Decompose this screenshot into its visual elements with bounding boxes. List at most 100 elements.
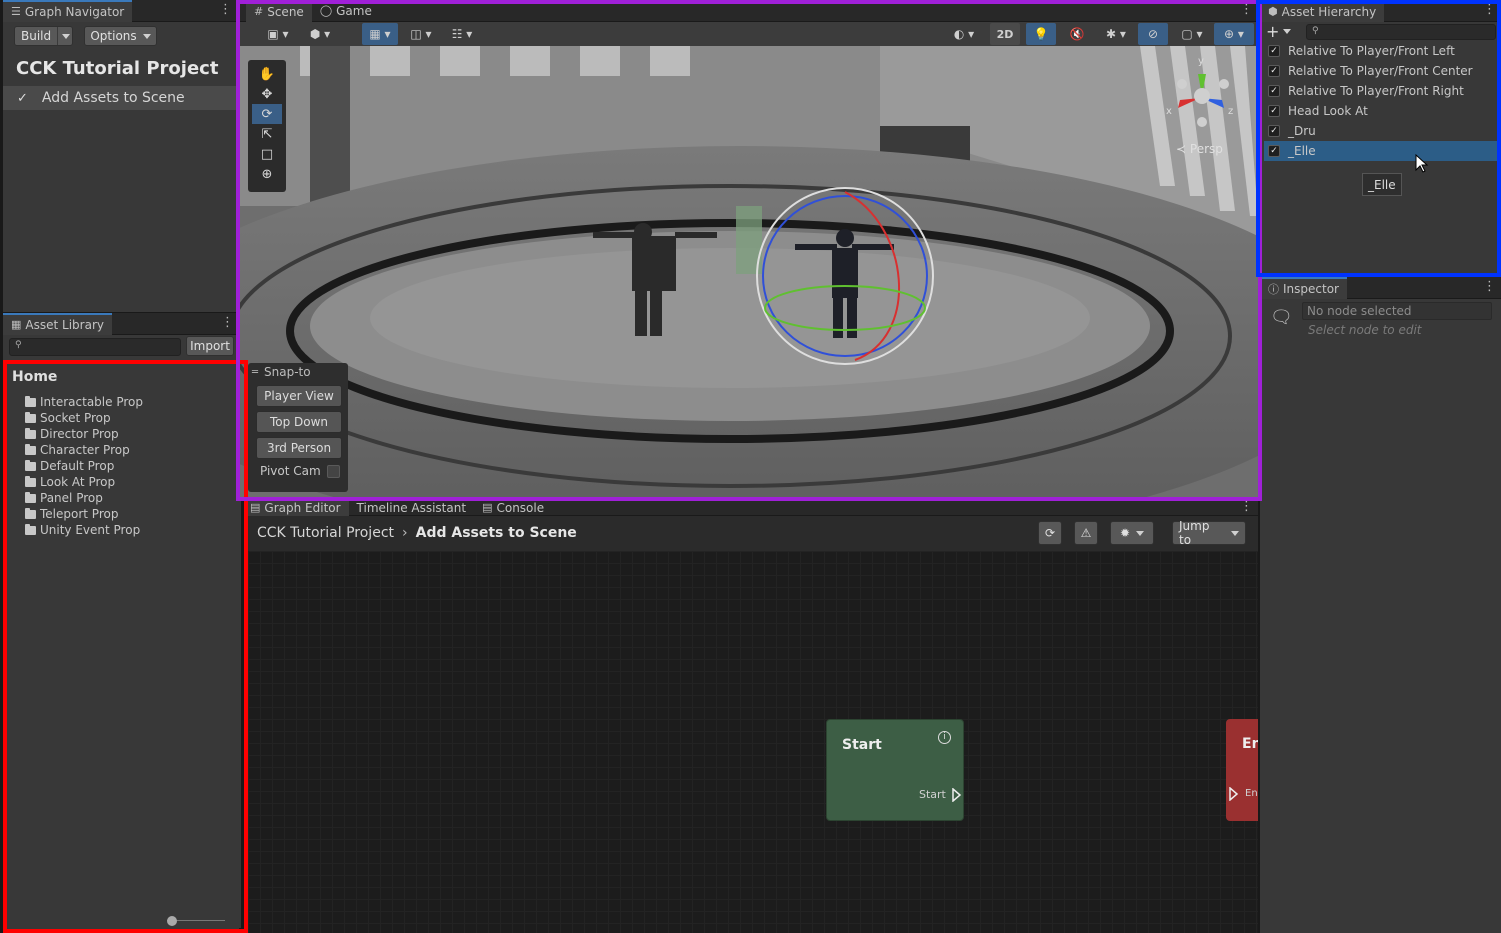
folder-item[interactable]: Interactable Prop [25, 394, 143, 410]
shading-icon[interactable]: ◐ ▾ [946, 23, 982, 45]
chevron-left-icon: ≺ [1176, 142, 1187, 156]
hierarchy-item-label: Relative To Player/Front Center [1288, 64, 1473, 78]
move-tool-icon[interactable]: ✥ [252, 84, 282, 104]
visibility-checkbox[interactable]: ✓ [1268, 45, 1280, 57]
folder-item[interactable]: Character Prop [25, 442, 143, 458]
rotate-tool-icon[interactable]: ⟳ [252, 104, 282, 124]
mode-2d-button[interactable]: 2D [990, 23, 1020, 45]
asset-hierarchy-menu-icon[interactable]: ⋮ [1483, 3, 1496, 17]
scene-menu-icon[interactable]: ⋮ [1240, 3, 1253, 17]
graph-navigator-toolbar: Build Options [14, 26, 157, 46]
refresh-icon: ⟳ [1044, 526, 1056, 540]
folder-item[interactable]: Teleport Prop [25, 506, 143, 522]
pivot-cam-checkbox[interactable] [326, 464, 340, 478]
orientation-gizmo[interactable]: y x z [1160, 56, 1240, 136]
graph-canvas[interactable]: Start i Start En En [248, 551, 1258, 933]
hierarchy-item[interactable]: ✓ Head Look At [1264, 101, 1497, 121]
hand-tool-icon[interactable]: ✋ [252, 64, 282, 84]
persp-label[interactable]: ≺ Persp [1176, 142, 1223, 156]
visibility-checkbox[interactable]: ✓ [1268, 105, 1280, 117]
rect-tool-icon[interactable]: □ [252, 144, 282, 164]
tab-asset-hierarchy[interactable]: ⬢ Asset Hierarchy [1260, 0, 1385, 22]
debug-dropdown[interactable]: ✹ [1110, 521, 1154, 545]
plus-icon: + [1266, 22, 1280, 41]
scale-tool-icon[interactable]: ⇱ [252, 124, 282, 144]
visibility-checkbox[interactable]: ✓ [1268, 85, 1280, 97]
tab-graph-navigator[interactable]: ☰ Graph Navigator [3, 0, 133, 22]
folder-icon [25, 491, 36, 503]
top-down-button[interactable]: Top Down [256, 411, 342, 433]
start-port-label: Start [919, 788, 946, 801]
increment-snap-icon[interactable]: ◫ ▾ [403, 23, 439, 45]
scene-list-item[interactable]: ✓ Add Assets to Scene [3, 86, 237, 110]
folder-label: Teleport Prop [40, 507, 119, 521]
jump-to-dropdown[interactable]: Jump to [1172, 519, 1246, 547]
breadcrumb-scene[interactable]: Add Assets to Scene [416, 525, 577, 541]
start-node[interactable]: Start i Start [826, 719, 964, 821]
transform-tool-icon[interactable]: ⊕ [252, 164, 282, 184]
grid-snap-icon[interactable]: ▦ ▾ [362, 23, 398, 45]
tab-asset-library[interactable]: ▦ Asset Library [3, 312, 112, 335]
lighting-icon[interactable]: 💡 [1026, 23, 1056, 45]
visibility-checkbox[interactable]: ✓ [1268, 65, 1280, 77]
hierarchy-item-label: Relative To Player/Front Right [1288, 84, 1464, 98]
graph-editor-menu-icon[interactable]: ⋮ [1240, 500, 1253, 514]
audio-icon[interactable]: 🔇 [1062, 23, 1092, 45]
gizmos-icon[interactable]: ⊕ ▾ [1214, 23, 1254, 45]
hierarchy-item[interactable]: ✓ _Dru [1264, 121, 1497, 141]
render-mode-icon[interactable]: ⬢ ▾ [302, 23, 338, 45]
add-dropdown[interactable]: + [1266, 22, 1292, 41]
tab-graph-editor[interactable]: ▤ Graph Editor [248, 499, 349, 516]
asset-library-search-input[interactable]: ⚲ [9, 338, 181, 356]
hierarchy-item[interactable]: ✓ Relative To Player/Front Left [1264, 41, 1497, 61]
build-button[interactable]: Build [14, 26, 73, 46]
input-port-icon[interactable] [1229, 787, 1239, 801]
folder-icon [25, 427, 36, 439]
visibility-checkbox[interactable]: ✓ [1268, 125, 1280, 137]
warning-button[interactable]: ⚠ [1074, 521, 1098, 545]
tab-inspector[interactable]: ⓘ Inspector [1260, 276, 1347, 299]
ruler-icon[interactable]: ☷ ▾ [444, 23, 480, 45]
third-person-button[interactable]: 3rd Person [256, 437, 342, 459]
zoom-slider[interactable] [167, 916, 225, 926]
folder-item[interactable]: Panel Prop [25, 490, 143, 506]
visibility-checkbox[interactable]: ✓ [1268, 145, 1280, 157]
visibility-icon[interactable]: ⊘ [1138, 23, 1168, 45]
effects-icon[interactable]: ✱ ▾ [1098, 23, 1134, 45]
asset-library-menu-icon[interactable]: ⋮ [221, 316, 234, 330]
inspector-menu-icon[interactable]: ⋮ [1483, 280, 1496, 294]
scene-viewport[interactable]: ✋ ✥ ⟳ ⇱ □ ⊕ y x z ≺ Persp ═ Snap-to Play… [240, 46, 1258, 497]
folder-item[interactable]: Default Prop [25, 458, 143, 474]
asset-hierarchy-panel: ⬢ Asset Hierarchy ⋮ + ⚲ ✓ Relative To Pla… [1260, 0, 1501, 274]
output-port-icon[interactable] [952, 788, 962, 802]
folder-item[interactable]: Unity Event Prop [25, 522, 143, 538]
camera-icon[interactable]: ▢ ▾ [1174, 23, 1210, 45]
graph-navigator-menu-icon[interactable]: ⋮ [219, 3, 232, 17]
info-icon[interactable]: i [938, 731, 951, 744]
tab-game[interactable]: ◯ Game [312, 0, 380, 22]
tab-scene[interactable]: # Scene [246, 0, 312, 22]
drag-handle-icon[interactable]: ═ [252, 367, 258, 378]
folder-item[interactable]: Look At Prop [25, 474, 143, 490]
tab-console[interactable]: ▤ Console [474, 500, 552, 516]
breadcrumb-project[interactable]: CCK Tutorial Project [257, 525, 394, 541]
refresh-button[interactable]: ⟳ [1038, 521, 1062, 545]
comment-icon: 🗨 [1270, 307, 1293, 328]
options-dropdown[interactable]: Options [84, 26, 157, 46]
player-view-button[interactable]: Player View [256, 385, 342, 407]
slider-thumb[interactable] [167, 916, 177, 926]
draw-mode-icon[interactable]: ▣ ▾ [260, 23, 296, 45]
hierarchy-item[interactable]: ✓ Relative To Player/Front Center [1264, 61, 1497, 81]
hierarchy-item[interactable]: ✓ Relative To Player/Front Right [1264, 81, 1497, 101]
import-button[interactable]: Import [186, 336, 234, 356]
hierarchy-search-input[interactable]: ⚲ [1306, 24, 1496, 40]
end-port-label: En [1245, 788, 1258, 799]
build-dropdown-icon[interactable] [62, 33, 71, 39]
end-node[interactable]: En En [1226, 719, 1258, 821]
node-name-field[interactable]: No node selected [1302, 302, 1492, 320]
folder-item[interactable]: Socket Prop [25, 410, 143, 426]
graph-navigator-tabbar: ☰ Graph Navigator ⋮ [3, 0, 237, 22]
hierarchy-item[interactable]: ✓ _Elle [1264, 141, 1497, 161]
tab-timeline-assistant[interactable]: Timeline Assistant [349, 500, 475, 516]
folder-item[interactable]: Director Prop [25, 426, 143, 442]
